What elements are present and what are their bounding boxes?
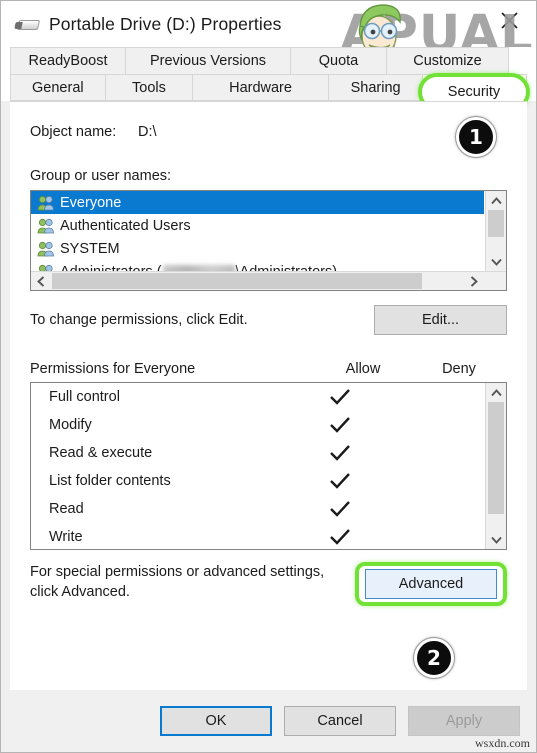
window-title: Portable Drive (D:) Properties [49, 13, 282, 34]
security-tab-panel: Object name: D:\ Group or user names: Ev… [10, 101, 527, 690]
cancel-button[interactable]: Cancel [284, 706, 396, 736]
permission-name: Read [49, 501, 84, 517]
permissions-header: Permissions for Everyone Allow Deny [30, 361, 507, 377]
permission-name: List folder contents [49, 473, 171, 489]
properties-dialog: Portable Drive (D:) Properties APUALS Re… [0, 0, 537, 753]
list-item-label-suffix: \Administrators) [236, 264, 338, 272]
object-name-label: Object name: [30, 124, 117, 140]
list-item-label: Administrators ( [60, 264, 162, 272]
list-item[interactable]: SYSTEM [31, 237, 484, 260]
permission-allow-check[interactable] [292, 472, 388, 490]
table-row[interactable]: List folder contents [31, 467, 484, 495]
edit-hint-text: To change permissions, click Edit. [30, 312, 248, 328]
permission-allow-check[interactable] [292, 416, 388, 434]
permission-name: Modify [49, 417, 92, 433]
permission-allow-check[interactable] [292, 500, 388, 518]
users-icon [37, 264, 55, 271]
scroll-down-icon[interactable] [486, 530, 506, 549]
scroll-up-icon[interactable] [486, 383, 506, 402]
permissions-list-items: Full control Modify Read & execute List … [31, 383, 484, 549]
table-row[interactable]: Modify [31, 411, 484, 439]
scroll-down-icon[interactable] [486, 252, 506, 271]
permission-allow-check[interactable] [292, 528, 388, 546]
advanced-hint-line2: click Advanced. [30, 584, 130, 600]
group-or-user-names-label: Group or user names: [30, 168, 172, 184]
advanced-row: For special permissions or advanced sett… [30, 562, 507, 606]
permission-name: Write [49, 529, 83, 545]
edit-permissions-row: To change permissions, click Edit. Edit.… [30, 305, 507, 335]
advanced-hint-line1: For special permissions or advanced sett… [30, 564, 325, 580]
tab-tools[interactable]: Tools [105, 74, 194, 101]
permissions-list[interactable]: Full control Modify Read & execute List … [30, 382, 507, 550]
group-list-horizontal-scrollbar[interactable] [31, 271, 506, 290]
step-badge-2: 2 [414, 638, 454, 678]
tab-general[interactable]: General [10, 74, 106, 101]
site-watermark: wsxdn.com [475, 736, 530, 750]
portable-drive-icon [14, 14, 41, 34]
permission-allow-check[interactable] [292, 444, 388, 462]
dialog-footer: OK Cancel Apply wsxdn.com [1, 690, 536, 752]
object-name-value: D:\ [138, 124, 157, 140]
apply-button: Apply [408, 706, 520, 736]
users-icon [37, 218, 55, 234]
advanced-hint-text: For special permissions or advanced sett… [30, 562, 324, 602]
group-list-scroll-thumb[interactable] [488, 210, 504, 237]
scroll-left-icon[interactable] [31, 272, 51, 290]
tab-quota[interactable]: Quota [291, 47, 387, 74]
object-name-row: Object name: D:\ [30, 102, 507, 140]
close-icon[interactable] [492, 5, 526, 35]
list-item-label: Everyone [60, 194, 122, 211]
tab-row-top: ReadyBoost Previous Versions Quota Custo… [10, 47, 527, 74]
permission-name: Read & execute [49, 445, 153, 461]
permissions-deny-header: Deny [442, 361, 476, 377]
group-list-hscroll-thumb[interactable] [52, 273, 422, 289]
users-icon [37, 195, 55, 211]
tab-sharing[interactable]: Sharing [328, 74, 424, 101]
tab-readyboost[interactable]: ReadyBoost [10, 47, 126, 74]
tab-hardware[interactable]: Hardware [193, 74, 329, 101]
permissions-scroll-thumb[interactable] [488, 402, 504, 514]
tab-customize[interactable]: Customize [387, 47, 509, 74]
step-badge-1: 1 [456, 117, 496, 157]
group-user-list[interactable]: Everyone Authenticated Users SYSTEM [30, 190, 507, 291]
scroll-up-icon[interactable] [486, 191, 506, 210]
title-bar: Portable Drive (D:) Properties [1, 1, 536, 47]
table-row[interactable]: Read [31, 495, 484, 523]
table-row[interactable]: Read & execute [31, 439, 484, 467]
group-user-list-items: Everyone Authenticated Users SYSTEM [31, 191, 484, 271]
permission-allow-check[interactable] [292, 388, 388, 406]
list-item-label: Authenticated Users [60, 217, 191, 234]
scroll-right-icon[interactable] [464, 272, 484, 290]
permissions-title: Permissions for Everyone [30, 361, 196, 377]
permission-name: Full control [49, 389, 120, 405]
permissions-allow-header: Allow [345, 361, 381, 377]
users-icon [37, 241, 55, 257]
edit-button[interactable]: Edit... [374, 305, 507, 335]
advanced-button[interactable]: Advanced [365, 569, 497, 599]
ok-button[interactable]: OK [160, 706, 272, 736]
table-row[interactable]: Write [31, 523, 484, 549]
permissions-vertical-scrollbar[interactable] [485, 383, 506, 549]
tab-previous-versions[interactable]: Previous Versions [126, 47, 291, 74]
table-row[interactable]: Full control [31, 383, 484, 411]
list-item[interactable]: Administrators ( \Administrators) [31, 260, 484, 271]
list-item[interactable]: Everyone [31, 191, 484, 214]
list-item-label: SYSTEM [60, 240, 120, 257]
group-list-vertical-scrollbar[interactable] [485, 191, 506, 271]
list-item[interactable]: Authenticated Users [31, 214, 484, 237]
